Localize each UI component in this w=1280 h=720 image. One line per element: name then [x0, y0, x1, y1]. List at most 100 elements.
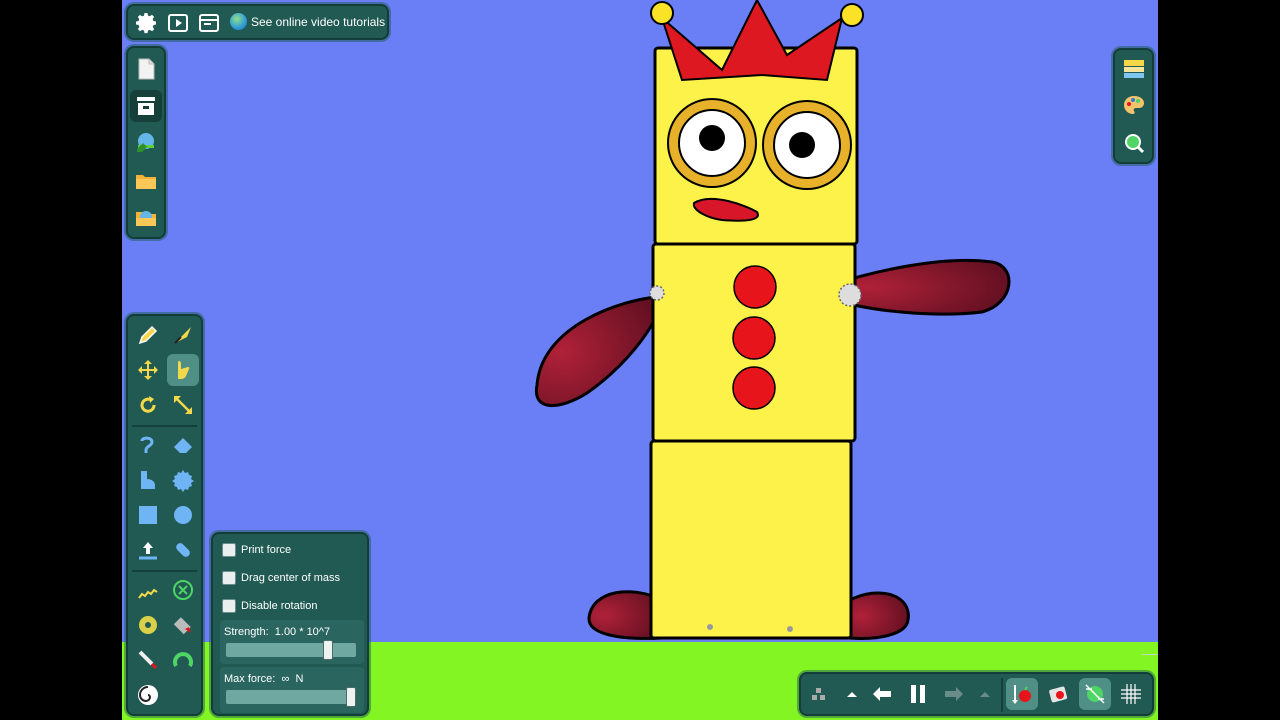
right-arm[interactable] [831, 258, 1011, 316]
tool-spiral[interactable] [132, 679, 164, 711]
follow-icon [1085, 684, 1105, 704]
disable-rotation-checkbox[interactable] [222, 599, 236, 613]
redo-button[interactable] [938, 678, 970, 710]
strength-label: Strength: 1.00 * 10^7 [224, 626, 330, 638]
print-force-option[interactable]: Print force [222, 543, 291, 557]
rope-icon [140, 436, 154, 453]
tool-pencil[interactable] [132, 319, 164, 351]
laser-icon [138, 650, 158, 670]
strength-caption: Strength: [224, 626, 269, 638]
tool-fixate[interactable] [167, 534, 199, 566]
tool-rotate[interactable] [132, 389, 164, 421]
landscape-button[interactable] [130, 127, 162, 159]
drag-center-checkbox[interactable] [222, 571, 236, 585]
pencil-icon [138, 325, 158, 345]
left-arm[interactable] [534, 295, 664, 407]
tool-spring[interactable] [132, 574, 164, 606]
grid-dots-icon [812, 688, 825, 700]
tool-laser[interactable] [132, 644, 164, 676]
crown[interactable] [659, 0, 844, 82]
crown-ball-left [650, 1, 674, 25]
body-button-1 [733, 265, 777, 309]
tool-separator [132, 425, 197, 427]
strength-slider-thumb[interactable] [323, 640, 334, 660]
strength-slider[interactable] [226, 640, 356, 660]
play-scene-button[interactable] [162, 7, 194, 39]
settings-button[interactable] [131, 7, 163, 39]
tool-polygon[interactable] [132, 464, 164, 496]
tracer-icon [173, 652, 193, 667]
tool-plane[interactable] [132, 534, 164, 566]
camera-icon [1049, 686, 1068, 703]
spring-icon [138, 588, 158, 599]
open-scene-icon [136, 211, 156, 226]
maxforce-slider[interactable] [226, 687, 356, 707]
drag-center-option[interactable]: Drag center of mass [222, 571, 340, 585]
landscape-icon [137, 133, 154, 152]
tool-gear[interactable] [167, 464, 199, 496]
maxforce-unit: N [295, 673, 304, 685]
tool-fixjoint[interactable] [167, 574, 199, 606]
new-scene-button[interactable] [130, 53, 162, 85]
tutorials-link[interactable]: See online video tutorials [230, 13, 385, 30]
grid-icon [1121, 684, 1141, 704]
options-button[interactable] [803, 678, 835, 710]
thruster-icon [173, 617, 191, 635]
expand-undo-button[interactable] [836, 678, 868, 710]
tool-tracer[interactable] [167, 644, 199, 676]
tool-move[interactable] [132, 354, 164, 386]
tool-thruster[interactable] [167, 609, 199, 641]
tool-drag[interactable] [167, 354, 199, 386]
tool-knife[interactable] [167, 319, 199, 351]
open-folder-button[interactable] [130, 165, 162, 197]
file-panel [126, 46, 166, 239]
tool-eraser[interactable] [167, 429, 199, 461]
right-panel [1113, 48, 1154, 164]
bottom-block[interactable] [649, 439, 853, 640]
pause-button[interactable] [902, 678, 934, 710]
follow-camera-button[interactable] [1079, 678, 1111, 710]
strength-value: 1.00 * 10^7 [274, 626, 331, 638]
right-hinge[interactable] [838, 283, 862, 307]
window-button[interactable] [193, 7, 225, 39]
tool-axle[interactable] [132, 609, 164, 641]
tool-panel [126, 314, 203, 716]
air-friction-button[interactable] [1043, 678, 1075, 710]
axle-icon [139, 616, 157, 634]
undo-button[interactable] [866, 678, 898, 710]
scale-icon [174, 396, 192, 414]
play-icon [168, 14, 188, 32]
folder-icon [136, 175, 156, 189]
appearance-button[interactable] [1118, 90, 1150, 122]
zoom-icon [1125, 134, 1145, 154]
undo-icon [873, 687, 891, 701]
print-force-checkbox[interactable] [222, 543, 236, 557]
right-foot[interactable] [848, 591, 910, 640]
open-scene-button[interactable] [130, 202, 162, 234]
plane-icon [139, 542, 157, 560]
crown-ball-right [840, 3, 864, 27]
bottom-separator [1001, 678, 1003, 712]
tool-box[interactable] [132, 499, 164, 531]
maxforce-label: Max force: ∞ N [224, 673, 303, 685]
tool-circle[interactable] [167, 499, 199, 531]
maxforce-caption: Max force: [224, 673, 276, 685]
body-button-3 [732, 366, 776, 410]
tool-rope[interactable] [132, 429, 164, 461]
foot-joint-right [787, 626, 793, 632]
right-pupil [789, 132, 815, 158]
grid-toggle-button[interactable] [1115, 678, 1147, 710]
gravity-button[interactable] [1006, 678, 1038, 710]
left-hinge[interactable] [649, 285, 665, 301]
tutorials-label: See online video tutorials [251, 14, 386, 29]
up-arrow-icon [980, 692, 990, 697]
layers-button[interactable] [1118, 53, 1150, 85]
expand-redo-button[interactable] [969, 678, 1001, 710]
maxforce-slider-thumb[interactable] [346, 687, 356, 707]
window-icon [199, 14, 219, 32]
disable-rotation-option[interactable]: Disable rotation [222, 599, 317, 613]
scene-settings-button[interactable] [130, 90, 162, 122]
foot-joint-left [707, 624, 713, 630]
zoom-button[interactable] [1118, 127, 1150, 159]
tool-scale[interactable] [167, 389, 199, 421]
